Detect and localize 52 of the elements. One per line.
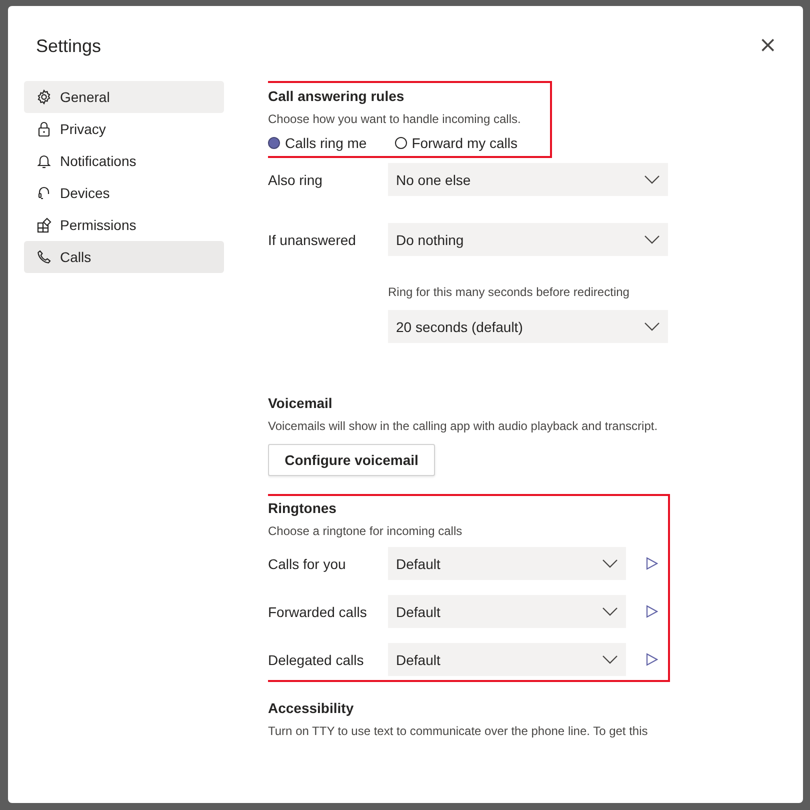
play-icon[interactable]	[646, 605, 658, 618]
dropdown[interactable]: Do nothing	[388, 223, 668, 256]
field-label: Forwarded calls	[268, 604, 368, 620]
field-label: Delegated calls	[268, 652, 365, 668]
dropdown[interactable]: Default	[388, 643, 626, 676]
field-label: Calls for you	[268, 556, 347, 572]
dropdown[interactable]: Default	[388, 547, 626, 580]
sidebar-item[interactable]: Permissions	[24, 209, 224, 241]
field-label: Ring for this many seconds before redirecting	[388, 285, 630, 299]
sidebar-item-label: General	[60, 89, 110, 105]
gear-icon	[36, 89, 52, 105]
radio-label: Calls ring me	[285, 135, 367, 151]
sidebar-item-label: Permissions	[60, 217, 136, 233]
sidebar-item[interactable]: Calls	[24, 241, 224, 273]
play-icon[interactable]	[646, 653, 658, 666]
section-description: Choose a ringtone for incoming calls	[268, 524, 464, 538]
field-label: If unanswered	[268, 232, 357, 248]
configure-voicemail-button[interactable]: Configure voicemail	[268, 444, 435, 476]
chevron-down-icon	[644, 322, 660, 331]
dialog-title: Settings	[36, 36, 102, 56]
chevron-down-icon	[644, 235, 660, 244]
radio-option[interactable]: Calls ring me	[268, 135, 367, 151]
chevron-down-icon	[602, 655, 618, 664]
section-title: Accessibility	[268, 700, 355, 716]
chevron-down-icon	[644, 175, 660, 184]
sidebar-item[interactable]: Notifications	[24, 145, 224, 177]
apps-icon	[36, 217, 52, 233]
sidebar-item-label: Notifications	[60, 153, 136, 169]
sidebar-item-label: Privacy	[60, 121, 106, 137]
sidebar-item[interactable]: General	[24, 81, 224, 113]
field-label: Also ring	[268, 172, 324, 188]
bell-icon	[36, 153, 52, 169]
sidebar-item-label: Devices	[60, 185, 110, 201]
play-icon[interactable]	[646, 557, 658, 570]
chevron-down-icon	[602, 559, 618, 568]
headset-icon	[36, 185, 52, 201]
sidebar-item[interactable]: Devices	[24, 177, 224, 209]
section-description: Turn on TTY to use text to communicate over the phone line. To get this	[268, 724, 649, 738]
dropdown[interactable]: 20 seconds (default)	[388, 310, 668, 343]
phone-icon	[36, 249, 52, 265]
section-title: Ringtones	[268, 500, 338, 516]
dropdown[interactable]: No one else	[388, 163, 668, 196]
lock-icon	[36, 121, 52, 137]
sidebar-item-label: Calls	[60, 249, 92, 265]
close-button[interactable]: ×	[754, 36, 781, 56]
dropdown[interactable]: Default	[388, 595, 626, 628]
sidebar-item[interactable]: Privacy	[24, 113, 224, 145]
chevron-down-icon	[602, 607, 618, 616]
section-title: Call answering rules	[268, 88, 406, 104]
section-title: Voicemail	[268, 395, 334, 411]
section-description: Voicemails will show in the calling app with audio playback and transcript.	[268, 419, 659, 433]
section-description: Choose how you want to handle incoming calls.	[268, 112, 522, 126]
